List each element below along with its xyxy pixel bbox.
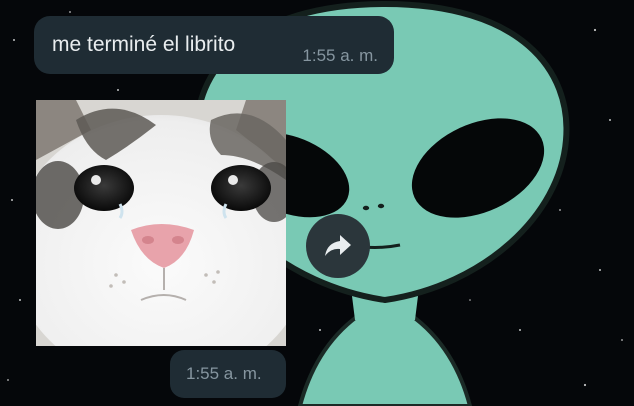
cat-photo xyxy=(36,100,286,346)
image-message[interactable] xyxy=(36,100,286,346)
message-bubble[interactable]: me terminé el librito 1:55 a. m. xyxy=(34,16,394,74)
forward-arrow-icon xyxy=(325,235,351,256)
forward-button[interactable] xyxy=(306,214,370,278)
image-timestamp: 1:55 a. m. xyxy=(186,364,262,383)
image-timestamp-bubble: 1:55 a. m. xyxy=(170,350,286,398)
message-timestamp: 1:55 a. m. xyxy=(302,46,378,65)
message-text: me terminé el librito xyxy=(52,33,236,56)
